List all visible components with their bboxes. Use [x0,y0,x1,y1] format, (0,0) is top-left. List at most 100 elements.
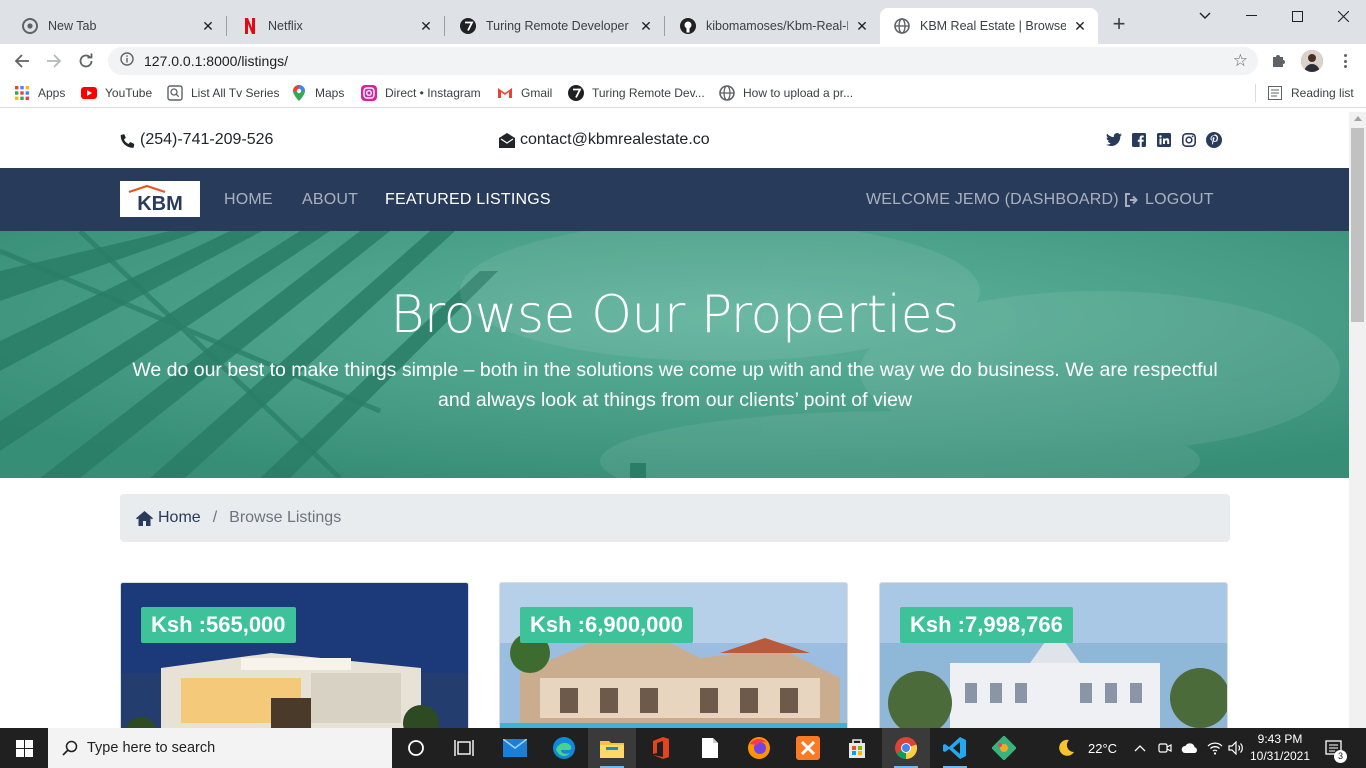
close-icon[interactable]: ✕ [200,18,216,34]
github-icon [680,18,696,34]
maps-pin-icon [291,85,307,101]
tab-kbm-real-estate[interactable]: KBM Real Estate | Browse Properties ✕ [880,8,1098,44]
browser-tab-strip: New Tab ✕ Netflix ✕ Turing Remote Develo… [0,0,1366,44]
git-kraken-icon[interactable] [980,728,1028,768]
reading-list-button[interactable]: Reading list [1267,84,1354,102]
tab-netflix[interactable]: Netflix ✕ [228,8,444,44]
listing-card[interactable]: Ksh :7,998,766 [879,582,1228,728]
listing-photo [880,583,1227,728]
social-links [1106,132,1222,148]
twitter-icon[interactable] [1106,132,1122,148]
bookmark-apps[interactable]: Apps [14,84,65,102]
tab-search-icon[interactable] [1182,0,1228,32]
pinterest-icon[interactable] [1206,132,1222,148]
minimize-icon[interactable] [1228,0,1274,32]
scrollbar-thumb[interactable] [1351,128,1364,322]
back-icon[interactable] [10,49,34,73]
turing-icon [568,85,584,101]
info-icon[interactable] [120,51,134,71]
new-tab-button[interactable]: + [1108,13,1130,36]
listing-card[interactable]: Ksh :565,000 [120,582,469,728]
bookmark-turing[interactable]: Turing Remote Dev... [568,84,705,102]
cortana-icon[interactable] [392,728,440,768]
bookmarks-bar: Apps YouTube List All Tv Series Maps Dir… [0,78,1366,108]
vscode-icon[interactable] [931,728,979,768]
chrome-taskbar-icon[interactable] [882,728,930,768]
reading-list-label: Reading list [1291,86,1354,100]
bookmark-label: YouTube [105,86,153,100]
firefox-icon[interactable] [735,728,783,768]
window-close-icon[interactable] [1320,0,1366,32]
bookmark-tv-series[interactable]: List All Tv Series [167,84,279,102]
temperature: 22°C [1088,740,1118,756]
notepad-icon[interactable] [686,728,734,768]
facebook-icon[interactable] [1131,132,1147,148]
maximize-icon[interactable] [1274,0,1320,32]
gmail-icon [497,85,513,101]
hero-title: Browse Our Properties [390,285,959,345]
xampp-icon[interactable] [784,728,832,768]
nav-home[interactable]: HOME [224,191,273,209]
tab-new-tab[interactable]: New Tab ✕ [8,8,226,44]
address-bar[interactable]: 127.0.0.1:8000/listings/ ☆ [108,47,1258,75]
windows-start-icon[interactable] [0,728,48,768]
meet-now-icon[interactable] [1158,728,1172,768]
wifi-icon[interactable] [1207,728,1223,768]
edge-icon[interactable] [540,728,588,768]
reload-icon[interactable] [74,49,98,73]
close-icon[interactable]: ✕ [1072,18,1088,34]
profile-avatar[interactable] [1301,50,1323,72]
page-scrollbar[interactable] [1349,112,1366,728]
bookmark-maps[interactable]: Maps [291,84,344,102]
bookmark-label: List All Tv Series [191,86,280,100]
tab-separator [664,16,665,36]
nav-dashboard[interactable]: WELCOME JEMO (DASHBOARD) [866,191,1119,209]
url-path: :8000/listings/ [202,53,288,69]
forward-icon[interactable] [42,49,66,73]
bookmark-label: Direct • Instagram [385,86,481,100]
bookmark-gmail[interactable]: Gmail [497,84,552,102]
close-icon[interactable]: ✕ [638,18,654,34]
taskbar-search-box[interactable]: Type here to search [48,728,392,768]
store-icon[interactable] [833,728,881,768]
sign-out-icon [1124,193,1140,207]
breadcrumb-home[interactable]: Home [136,509,201,527]
chrome-icon [22,18,38,34]
nav-logout[interactable]: LOGOUT [1124,191,1214,209]
extensions-puzzle-icon[interactable] [1271,52,1289,70]
browser-menu-icon[interactable] [1336,52,1354,70]
close-icon[interactable]: ✕ [418,18,434,34]
system-clock[interactable]: 9:43 PM 10/31/2021 [1248,731,1312,765]
task-view-icon[interactable] [440,728,488,768]
tv-icon [167,85,183,101]
office-icon[interactable] [637,728,685,768]
notification-count-badge: 3 [1334,750,1347,763]
bookmark-how-to-upload[interactable]: How to upload a pr... [719,84,853,102]
kbm-logo[interactable]: KBM [120,181,200,217]
bookmark-youtube[interactable]: YouTube [81,84,152,102]
linkedin-icon[interactable] [1156,132,1172,148]
instagram-icon[interactable] [1181,132,1197,148]
nav-featured-listings[interactable]: FEATURED LISTINGS [385,191,551,209]
tray-chevron-icon[interactable] [1134,728,1146,768]
listing-card[interactable]: Ksh :6,900,000 [499,582,848,728]
windows-taskbar: Type here to search 22°C 9:43 PM 10/31/2… [0,728,1366,768]
scroll-up-icon[interactable] [1354,116,1362,121]
logo-text: KBM [137,193,183,214]
phone-number: (254)-741-209-526 [140,131,274,148]
nav-about[interactable]: ABOUT [302,191,358,209]
tab-turing[interactable]: Turing Remote Developer Jobs ✕ [446,8,664,44]
file-explorer-icon[interactable] [588,728,636,768]
breadcrumb: Home / Browse Listings [120,494,1230,542]
youtube-icon [81,85,97,101]
weather-widget[interactable]: 22°C [1056,728,1117,768]
listing-price: Ksh :565,000 [141,607,296,643]
onedrive-icon[interactable] [1181,728,1199,768]
bookmark-star-icon[interactable]: ☆ [1233,52,1248,70]
close-icon[interactable]: ✕ [854,18,870,34]
notification-center-icon[interactable]: 3 [1324,728,1347,768]
tab-github[interactable]: kibomamoses/Kbm-Real-Estate ✕ [666,8,880,44]
volume-icon[interactable] [1228,728,1244,768]
bookmark-instagram[interactable]: Direct • Instagram [361,84,481,102]
mail-icon[interactable] [491,728,539,768]
